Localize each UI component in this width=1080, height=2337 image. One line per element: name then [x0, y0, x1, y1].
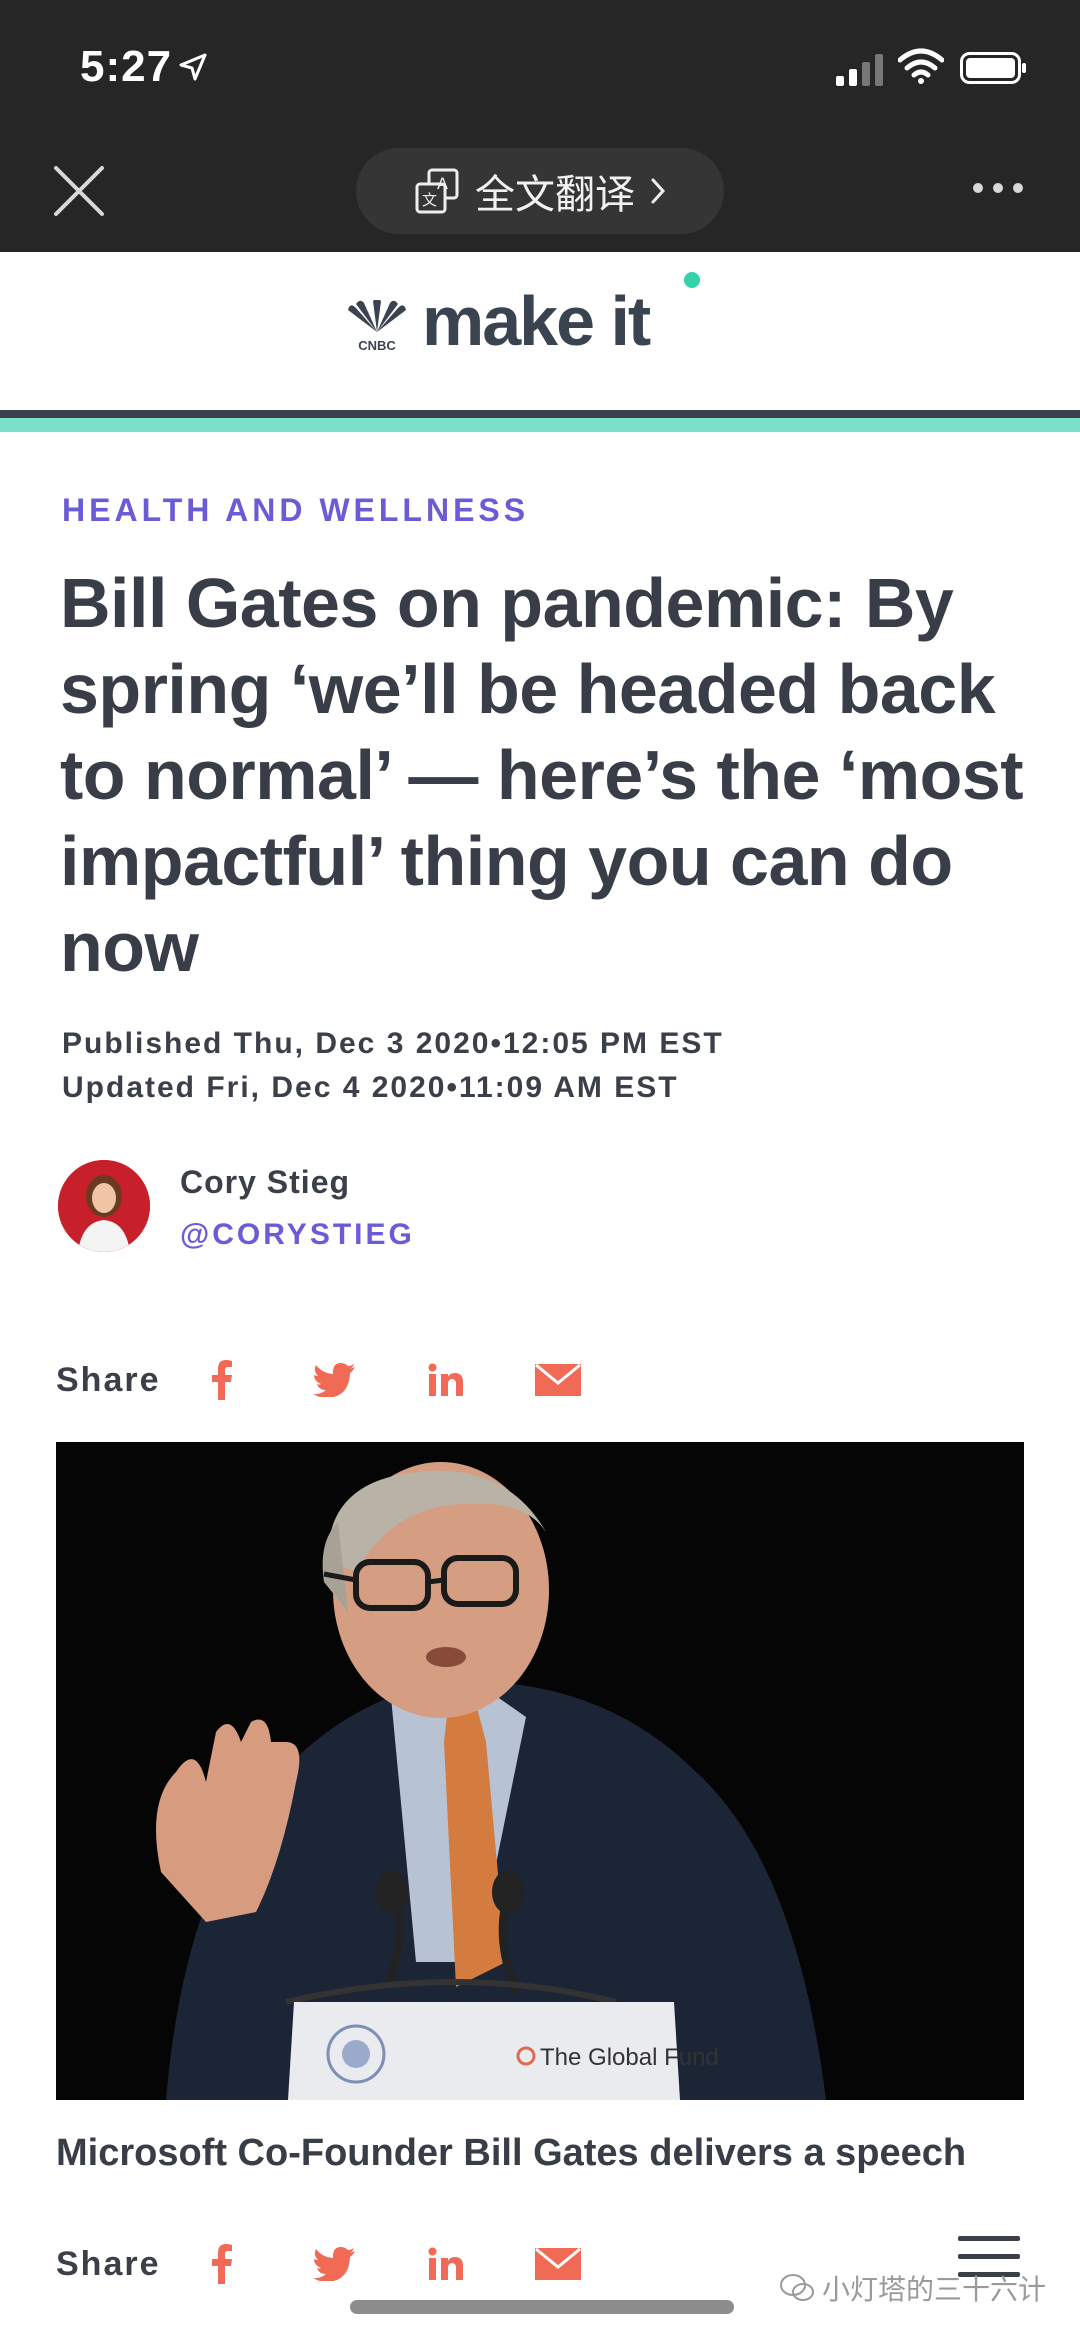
translate-button[interactable]: A 文 全文翻译 [356, 148, 724, 234]
author-avatar[interactable] [58, 1160, 150, 1252]
article-category[interactable]: HEALTH AND WELLNESS [62, 492, 529, 529]
wifi-icon [898, 48, 944, 84]
svg-text:A: A [437, 174, 448, 193]
chevron-right-icon [651, 178, 666, 204]
share-bar-bottom: Share [56, 2234, 640, 2294]
translate-label: 全文翻译 [475, 172, 635, 218]
twitter-icon[interactable] [304, 2234, 364, 2294]
close-icon[interactable] [50, 162, 108, 220]
wechat-icon [780, 2274, 814, 2301]
header-accent-stripe [0, 418, 1080, 432]
more-icon[interactable] [970, 176, 1026, 200]
watermark-text: 小灯塔的三十六计 [822, 2273, 1047, 2306]
watermark: 小灯塔的三十六计 [780, 2268, 1046, 2308]
share-label: Share [56, 1360, 161, 1399]
linkedin-icon[interactable] [416, 1350, 476, 1410]
browser-chrome: 5:27 A 文 全文翻译 [0, 0, 1080, 252]
twitter-icon[interactable] [304, 1350, 364, 1410]
email-icon[interactable] [528, 1350, 588, 1410]
home-indicator[interactable] [350, 2300, 734, 2314]
article-headline: Bill Gates on pandemic: By spring ‘we’ll… [60, 564, 1024, 986]
header-rule [0, 410, 1080, 418]
logo-dot [684, 272, 700, 288]
photo-caption: Microsoft Co-Founder Bill Gates delivers… [56, 2132, 967, 2174]
translate-icon: A 文 [415, 168, 459, 214]
logo-text: make it [422, 282, 651, 360]
share-label: Share [56, 2244, 161, 2283]
published-date: Published Thu, Dec 3 2020•12:05 PM EST [62, 1027, 724, 1060]
cnbc-label: CNBC [358, 338, 396, 352]
svg-text:文: 文 [422, 191, 437, 209]
share-bar-top: Share [56, 1350, 640, 1410]
facebook-icon[interactable] [192, 1350, 252, 1410]
location-arrow-icon [179, 53, 207, 81]
author-name[interactable]: Cory Stieg [180, 1164, 350, 1201]
linkedin-icon[interactable] [416, 2234, 476, 2294]
author-handle[interactable]: @CORYSTIEG [180, 1218, 415, 1252]
facebook-icon[interactable] [192, 2234, 252, 2294]
battery-icon [960, 52, 1026, 84]
logo-wordmark: make it [422, 272, 700, 356]
signal-icon [836, 54, 883, 86]
podium-text: The Global Fund [540, 2044, 719, 2071]
status-time: 5:27 [80, 42, 173, 91]
bill-gates-photo: The Global Fund [56, 1442, 1024, 2100]
hero-photo: The Global Fund [56, 1442, 1024, 2100]
cnbc-peacock-icon: CNBC [348, 300, 406, 352]
avatar-image [58, 1160, 150, 1252]
updated-date: Updated Fri, Dec 4 2020•11:09 AM EST [62, 1071, 679, 1104]
article-dates: Published Thu, Dec 3 2020•12:05 PM EST U… [62, 1022, 724, 1110]
site-logo[interactable]: CNBC make it [342, 272, 700, 356]
email-icon[interactable] [528, 2234, 588, 2294]
